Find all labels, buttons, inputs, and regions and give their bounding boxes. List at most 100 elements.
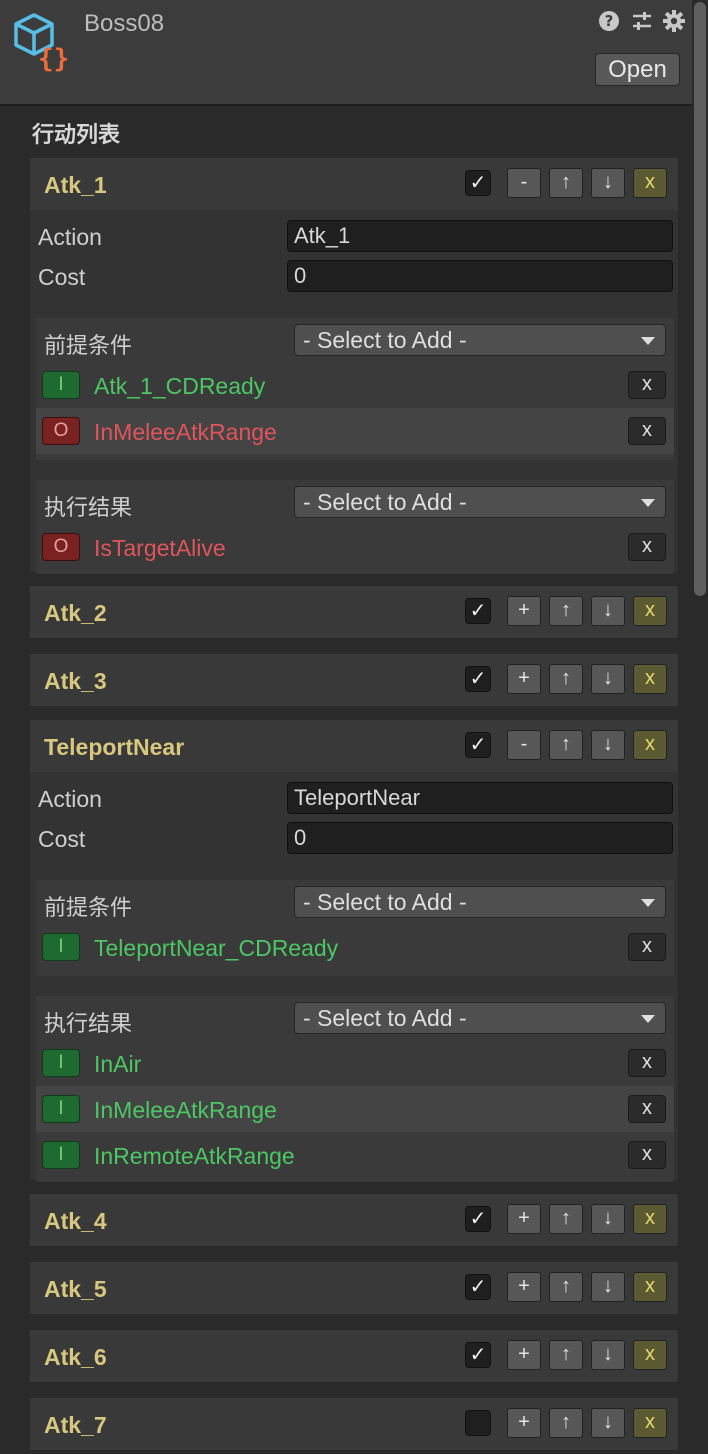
move-up-button[interactable]: ↑ bbox=[549, 1340, 583, 1370]
effects-label: 执行结果 bbox=[44, 495, 133, 520]
input-state-badge[interactable]: I bbox=[42, 371, 80, 399]
remove-condition-button[interactable]: x bbox=[628, 371, 666, 399]
action-card-header[interactable]: Atk_2 ✓ + ↑ ↓ x bbox=[30, 586, 678, 638]
preconditions-dropdown[interactable]: - Select to Add - bbox=[294, 324, 666, 356]
action-name: TeleportNear bbox=[44, 734, 185, 760]
action-label: Action bbox=[38, 224, 102, 250]
remove-condition-button[interactable]: x bbox=[628, 1095, 666, 1123]
preconditions-label: 前提条件 bbox=[44, 895, 133, 920]
expand-button[interactable]: + bbox=[507, 1408, 541, 1438]
output-state-badge[interactable]: O bbox=[42, 417, 80, 445]
chevron-down-icon bbox=[641, 899, 655, 907]
action-name: Atk_4 bbox=[44, 1208, 107, 1234]
move-down-button[interactable]: ↓ bbox=[591, 1408, 625, 1438]
open-button[interactable]: Open bbox=[595, 53, 680, 86]
section-title: 行动列表 bbox=[32, 122, 121, 147]
enabled-checkbox[interactable]: ✓ bbox=[465, 1342, 491, 1368]
expand-button[interactable]: + bbox=[507, 1272, 541, 1302]
move-down-button[interactable]: ↓ bbox=[591, 730, 625, 760]
condition-name: InRemoteAtkRange bbox=[94, 1143, 295, 1169]
output-state-badge[interactable]: O bbox=[42, 533, 80, 561]
remove-condition-button[interactable]: x bbox=[628, 533, 666, 561]
expand-button[interactable]: + bbox=[507, 664, 541, 694]
remove-action-button[interactable]: x bbox=[633, 596, 667, 626]
move-down-button[interactable]: ↓ bbox=[591, 664, 625, 694]
enabled-checkbox[interactable] bbox=[465, 1410, 491, 1436]
action-name: Atk_2 bbox=[44, 600, 107, 626]
remove-action-button[interactable]: x bbox=[633, 1204, 667, 1234]
cost-label: Cost bbox=[38, 826, 86, 852]
remove-action-button[interactable]: x bbox=[633, 1272, 667, 1302]
enabled-checkbox[interactable]: ✓ bbox=[465, 666, 491, 692]
move-down-button[interactable]: ↓ bbox=[591, 596, 625, 626]
preconditions-dropdown[interactable]: - Select to Add - bbox=[294, 886, 666, 918]
move-up-button[interactable]: ↑ bbox=[549, 664, 583, 694]
move-up-button[interactable]: ↑ bbox=[549, 730, 583, 760]
condition-name: Atk_1_CDReady bbox=[94, 373, 266, 399]
input-state-badge[interactable]: I bbox=[42, 1141, 80, 1169]
input-state-badge[interactable]: I bbox=[42, 1049, 80, 1077]
move-up-button[interactable]: ↑ bbox=[549, 1272, 583, 1302]
action-card-header[interactable]: Atk_7 + ↑ ↓ x bbox=[30, 1398, 678, 1450]
collapse-button[interactable]: - bbox=[507, 730, 541, 760]
effects-dropdown[interactable]: - Select to Add - bbox=[294, 486, 666, 518]
remove-action-button[interactable]: x bbox=[633, 1340, 667, 1370]
remove-condition-button[interactable]: x bbox=[628, 933, 666, 961]
enabled-checkbox[interactable]: ✓ bbox=[465, 1274, 491, 1300]
header-divider bbox=[0, 104, 692, 106]
remove-condition-button[interactable]: x bbox=[628, 1141, 666, 1169]
action-card: TeleportNear ✓ - ↑ ↓ x Action TeleportNear Cost 0… bbox=[30, 720, 678, 1182]
remove-action-button[interactable]: x bbox=[633, 664, 667, 694]
input-state-badge[interactable]: I bbox=[42, 933, 80, 961]
expand-button[interactable]: + bbox=[507, 1204, 541, 1234]
action-card: Atk_2 ✓ + ↑ ↓ x bbox=[30, 586, 678, 638]
action-name: Atk_6 bbox=[44, 1344, 107, 1370]
condition-row: I TeleportNear_CDReady x bbox=[36, 924, 674, 970]
condition-row: I Atk_1_CDReady x bbox=[36, 362, 674, 408]
expand-button[interactable]: + bbox=[507, 596, 541, 626]
action-card-header[interactable]: Atk_1 ✓ - ↑ ↓ x bbox=[30, 158, 678, 210]
move-up-button[interactable]: ↑ bbox=[549, 596, 583, 626]
collapse-button[interactable]: - bbox=[507, 168, 541, 198]
gear-icon[interactable] bbox=[663, 10, 685, 38]
remove-condition-button[interactable]: x bbox=[628, 1049, 666, 1077]
action-card: Atk_5 ✓ + ↑ ↓ x bbox=[30, 1262, 678, 1314]
move-down-button[interactable]: ↓ bbox=[591, 1340, 625, 1370]
sliders-icon[interactable] bbox=[631, 10, 653, 38]
action-card-header[interactable]: Atk_5 ✓ + ↑ ↓ x bbox=[30, 1262, 678, 1314]
asset-title: Boss08 bbox=[84, 10, 165, 37]
remove-action-button[interactable]: x bbox=[633, 1408, 667, 1438]
cost-field[interactable]: 0 bbox=[287, 822, 673, 854]
expand-button[interactable]: + bbox=[507, 1340, 541, 1370]
move-up-button[interactable]: ↑ bbox=[549, 168, 583, 198]
move-up-button[interactable]: ↑ bbox=[549, 1408, 583, 1438]
move-down-button[interactable]: ↓ bbox=[591, 1272, 625, 1302]
cost-field[interactable]: 0 bbox=[287, 260, 673, 292]
chevron-down-icon bbox=[641, 499, 655, 507]
scrollbar-thumb[interactable] bbox=[694, 2, 706, 596]
action-card: Atk_1 ✓ - ↑ ↓ x Action Atk_1 Cost 0 前提条件 - Select t… bbox=[30, 158, 678, 574]
action-field[interactable]: Atk_1 bbox=[287, 220, 673, 252]
move-down-button[interactable]: ↓ bbox=[591, 168, 625, 198]
enabled-checkbox[interactable]: ✓ bbox=[465, 598, 491, 624]
input-state-badge[interactable]: I bbox=[42, 1095, 80, 1123]
action-card: Atk_4 ✓ + ↑ ↓ x bbox=[30, 1194, 678, 1246]
action-card-header[interactable]: Atk_3 ✓ + ↑ ↓ x bbox=[30, 654, 678, 706]
condition-name: InAir bbox=[94, 1051, 142, 1077]
enabled-checkbox[interactable]: ✓ bbox=[465, 170, 491, 196]
action-card-header[interactable]: Atk_6 ✓ + ↑ ↓ x bbox=[30, 1330, 678, 1382]
action-field[interactable]: TeleportNear bbox=[287, 782, 673, 814]
help-icon[interactable]: ? bbox=[598, 10, 620, 38]
enabled-checkbox[interactable]: ✓ bbox=[465, 732, 491, 758]
condition-row: I InMeleeAtkRange x bbox=[36, 1086, 674, 1132]
action-card-header[interactable]: TeleportNear ✓ - ↑ ↓ x bbox=[30, 720, 678, 772]
remove-action-button[interactable]: x bbox=[633, 168, 667, 198]
action-label: Action bbox=[38, 786, 102, 812]
enabled-checkbox[interactable]: ✓ bbox=[465, 1206, 491, 1232]
action-card-header[interactable]: Atk_4 ✓ + ↑ ↓ x bbox=[30, 1194, 678, 1246]
remove-action-button[interactable]: x bbox=[633, 730, 667, 760]
move-down-button[interactable]: ↓ bbox=[591, 1204, 625, 1234]
remove-condition-button[interactable]: x bbox=[628, 417, 666, 445]
move-up-button[interactable]: ↑ bbox=[549, 1204, 583, 1234]
effects-dropdown[interactable]: - Select to Add - bbox=[294, 1002, 666, 1034]
